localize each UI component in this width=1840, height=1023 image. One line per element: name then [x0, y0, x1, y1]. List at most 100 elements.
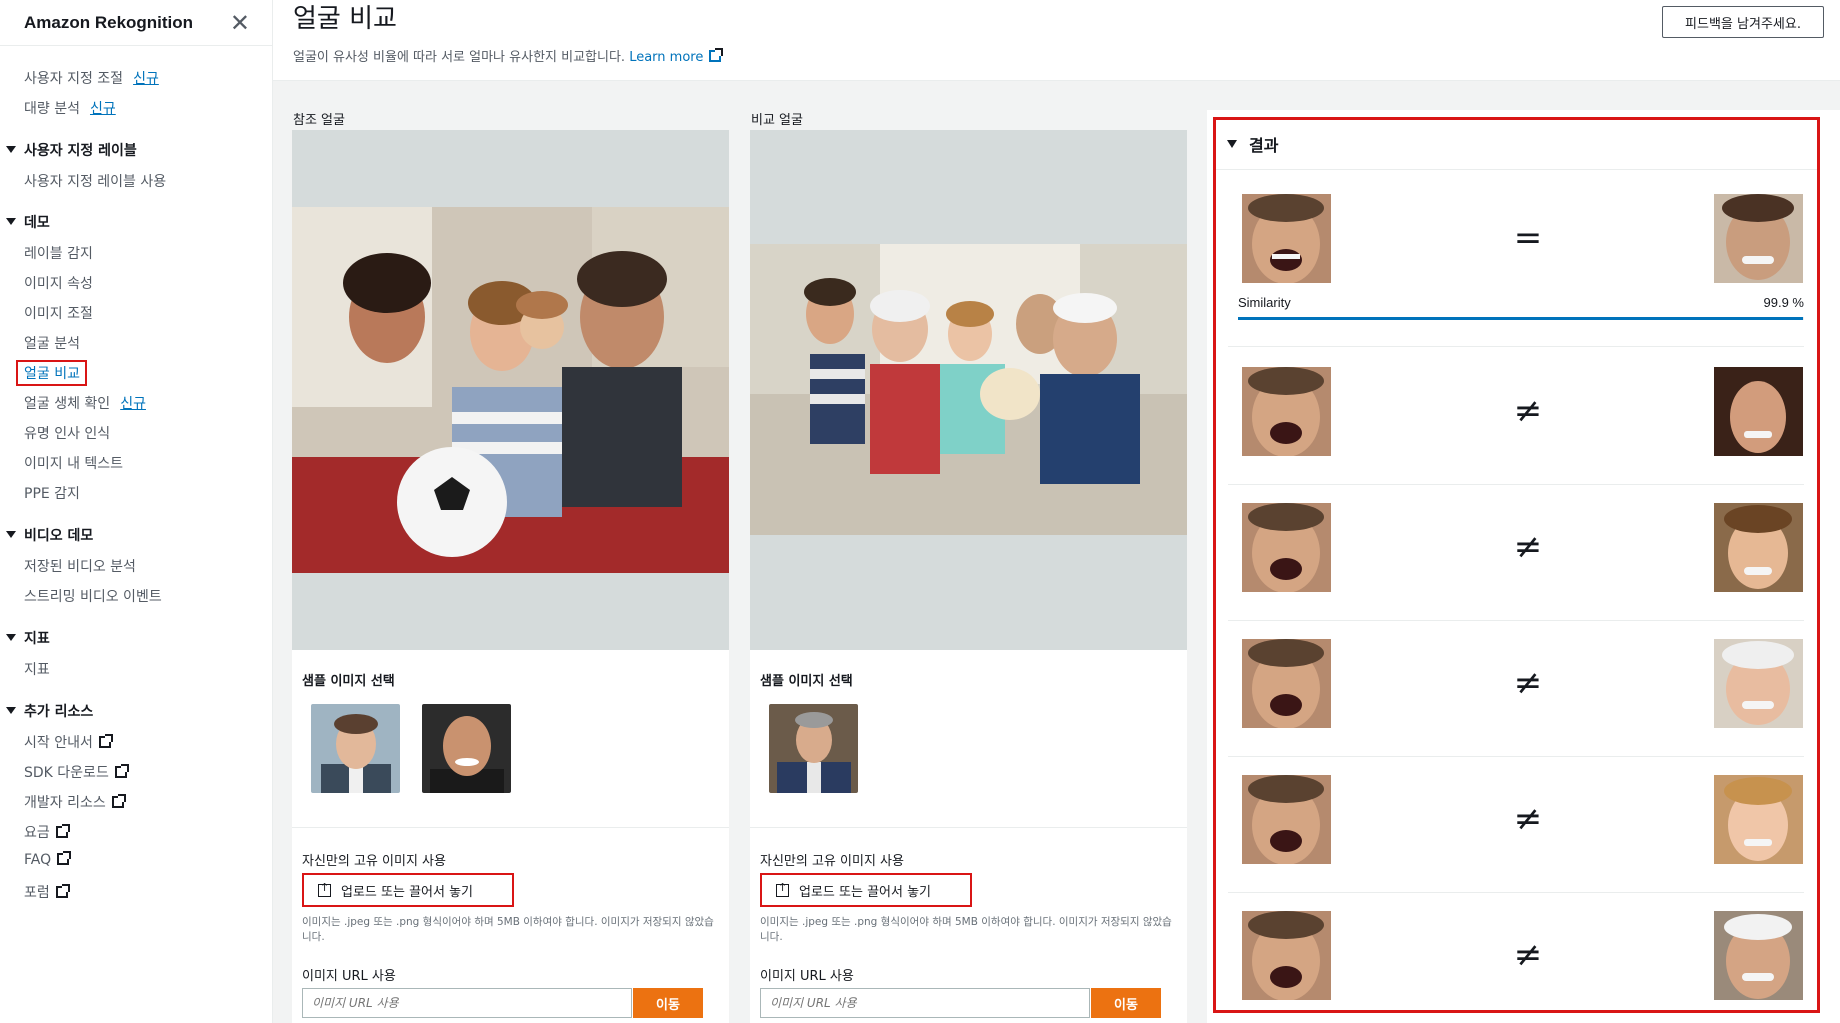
sidebar-item-image-properties[interactable]: 이미지 속성 — [24, 273, 93, 293]
section-divider — [750, 827, 1187, 828]
reference-face-crop — [1242, 911, 1331, 1000]
matched-face-crop — [1714, 194, 1803, 283]
sample-thumbnail[interactable] — [311, 704, 400, 793]
sidebar-header: Amazon Rekognition ✕ — [0, 0, 272, 46]
compared-face-crop — [1714, 911, 1803, 1000]
external-link-icon — [114, 764, 129, 778]
result-row: ≠ — [1228, 757, 1804, 893]
reference-face-label: 참조 얼굴 — [293, 113, 345, 128]
image-url-input[interactable] — [302, 988, 632, 1018]
new-badge[interactable]: 신규 — [90, 101, 116, 117]
sidebar-title: Amazon Rekognition — [24, 12, 194, 32]
caret-down-icon — [6, 634, 16, 641]
go-button[interactable]: 이동 — [633, 988, 703, 1018]
result-row-match: = Similarity 99.9 % — [1228, 176, 1804, 347]
sidebar-item-label-detection[interactable]: 레이블 감지 — [24, 243, 93, 263]
comparison-image-area[interactable] — [750, 130, 1187, 650]
reference-face-crop — [1242, 639, 1331, 728]
new-badge[interactable]: 신규 — [120, 396, 146, 412]
upload-button[interactable]: 업로드 또는 끌어서 놓기 — [302, 873, 514, 907]
upload-icon — [776, 881, 789, 897]
not-equal-icon: ≠ — [1513, 799, 1543, 839]
own-image-title: 자신만의 고유 이미지 사용 — [302, 854, 446, 869]
reference-photo — [292, 207, 729, 573]
sidebar-section-custom-labels[interactable]: 사용자 지정 레이블 — [6, 140, 137, 160]
sidebar-item-image-moderation[interactable]: 이미지 조절 — [24, 303, 93, 323]
sidebar-item-face-liveness[interactable]: 얼굴 생체 확인 신규 — [24, 393, 146, 413]
reference-face-crop — [1242, 503, 1331, 592]
reference-image-area[interactable] — [292, 130, 729, 650]
upload-button[interactable]: 업로드 또는 끌어서 놓기 — [760, 873, 972, 907]
sidebar-item-forum[interactable]: 포럼 — [24, 882, 70, 902]
comparison-face-panel: 샘플 이미지 선택 자신만의 고유 이미지 사용 업로드 또는 끌어서 놓기 이… — [750, 130, 1187, 1023]
sidebar-item-custom-moderation[interactable]: 사용자 지정 조절 신규 — [24, 68, 159, 88]
external-link-icon — [98, 734, 113, 748]
comparison-photo — [750, 244, 1187, 535]
image-url-input[interactable] — [760, 988, 1090, 1018]
upload-hint: 이미지는 .jpeg 또는 .png 형식이어야 하며 5MB 이하여야 합니다… — [760, 916, 1172, 943]
not-equal-icon: ≠ — [1513, 935, 1543, 975]
reference-face-panel: 샘플 이미지 선택 자신만의 고유 이미지 사용 업로드 또는 끌어서 놓기 이… — [292, 130, 729, 1023]
caret-down-icon — [1227, 139, 1237, 148]
image-url-title: 이미지 URL 사용 — [302, 969, 396, 984]
compared-face-crop — [1714, 775, 1803, 864]
caret-down-icon — [6, 707, 16, 714]
compared-face-crop — [1714, 639, 1803, 728]
sample-thumbnail[interactable] — [769, 704, 858, 793]
learn-more-link[interactable]: Learn more — [629, 48, 724, 65]
not-equal-icon: ≠ — [1513, 391, 1543, 431]
result-row: ≠ — [1228, 349, 1804, 485]
sidebar-item-pricing[interactable]: 요금 — [24, 822, 70, 842]
sidebar-item-ppe-detection[interactable]: PPE 감지 — [24, 483, 80, 503]
sidebar-item-metrics[interactable]: 지표 — [24, 659, 50, 679]
own-image-title: 자신만의 고유 이미지 사용 — [760, 854, 904, 869]
upload-icon — [318, 881, 331, 897]
close-icon[interactable]: ✕ — [230, 11, 250, 35]
page-description: 얼굴이 유사성 비율에 따라 서로 얼마나 유사한지 비교합니다. Learn … — [293, 46, 724, 65]
compared-face-crop — [1714, 503, 1803, 592]
sidebar-section-demos[interactable]: 데모 — [6, 212, 50, 232]
similarity-progress-bar — [1238, 317, 1804, 320]
sample-image-title: 샘플 이미지 선택 — [302, 674, 395, 689]
go-button[interactable]: 이동 — [1091, 988, 1161, 1018]
sidebar-item-stored-video[interactable]: 저장된 비디오 분석 — [24, 556, 136, 576]
sidebar-item-use-custom-labels[interactable]: 사용자 지정 레이블 사용 — [24, 171, 166, 191]
result-row: ≠ — [1228, 621, 1804, 757]
image-url-title: 이미지 URL 사용 — [760, 969, 854, 984]
sidebar-section-metrics[interactable]: 지표 — [6, 628, 50, 648]
reference-face-crop — [1242, 194, 1331, 283]
sidebar-section-additional-resources[interactable]: 추가 리소스 — [6, 701, 93, 721]
comparison-face-label: 비교 얼굴 — [751, 113, 803, 128]
sidebar-item-bulk-analysis[interactable]: 대량 분석 신규 — [24, 98, 116, 118]
external-link-icon — [57, 851, 72, 865]
sidebar-item-face-analysis[interactable]: 얼굴 분석 — [24, 333, 80, 353]
sidebar-section-video-demos[interactable]: 비디오 데모 — [6, 525, 93, 545]
sample-thumbnail[interactable] — [422, 704, 511, 793]
sidebar-item-streaming-video[interactable]: 스트리밍 비디오 이벤트 — [24, 586, 162, 606]
section-divider — [292, 827, 729, 828]
sample-image-title: 샘플 이미지 선택 — [760, 674, 853, 689]
external-link-icon — [55, 884, 70, 898]
sidebar-item-text-in-image[interactable]: 이미지 내 텍스트 — [24, 453, 123, 473]
result-row: ≠ — [1228, 893, 1804, 1013]
sidebar-item-developer-resources[interactable]: 개발자 리소스 — [24, 792, 126, 812]
sidebar-item-sdk-download[interactable]: SDK 다운로드 — [24, 762, 129, 782]
feedback-button[interactable]: 피드백을 남겨주세요. — [1662, 6, 1824, 38]
sidebar-item-getting-started[interactable]: 시작 안내서 — [24, 732, 113, 752]
not-equal-icon: ≠ — [1513, 527, 1543, 567]
new-badge[interactable]: 신규 — [133, 71, 159, 87]
compared-face-crop — [1714, 367, 1803, 456]
result-row: ≠ — [1228, 485, 1804, 621]
not-equal-icon: ≠ — [1513, 663, 1543, 703]
reference-face-crop — [1242, 775, 1331, 864]
sidebar: Amazon Rekognition ✕ 사용자 지정 조절 신규 대량 분석 신규… — [0, 0, 273, 1023]
sidebar-item-faq[interactable]: FAQ — [24, 851, 72, 868]
results-header[interactable]: 결과 — [1213, 118, 1820, 170]
similarity-label: Similarity — [1238, 295, 1291, 310]
external-link-icon — [709, 48, 724, 62]
active-item-highlight — [16, 360, 87, 386]
similarity-progress-fill — [1238, 317, 1804, 320]
caret-down-icon — [6, 531, 16, 538]
external-link-icon — [55, 824, 70, 838]
sidebar-item-celebrity-recognition[interactable]: 유명 인사 인식 — [24, 423, 110, 443]
